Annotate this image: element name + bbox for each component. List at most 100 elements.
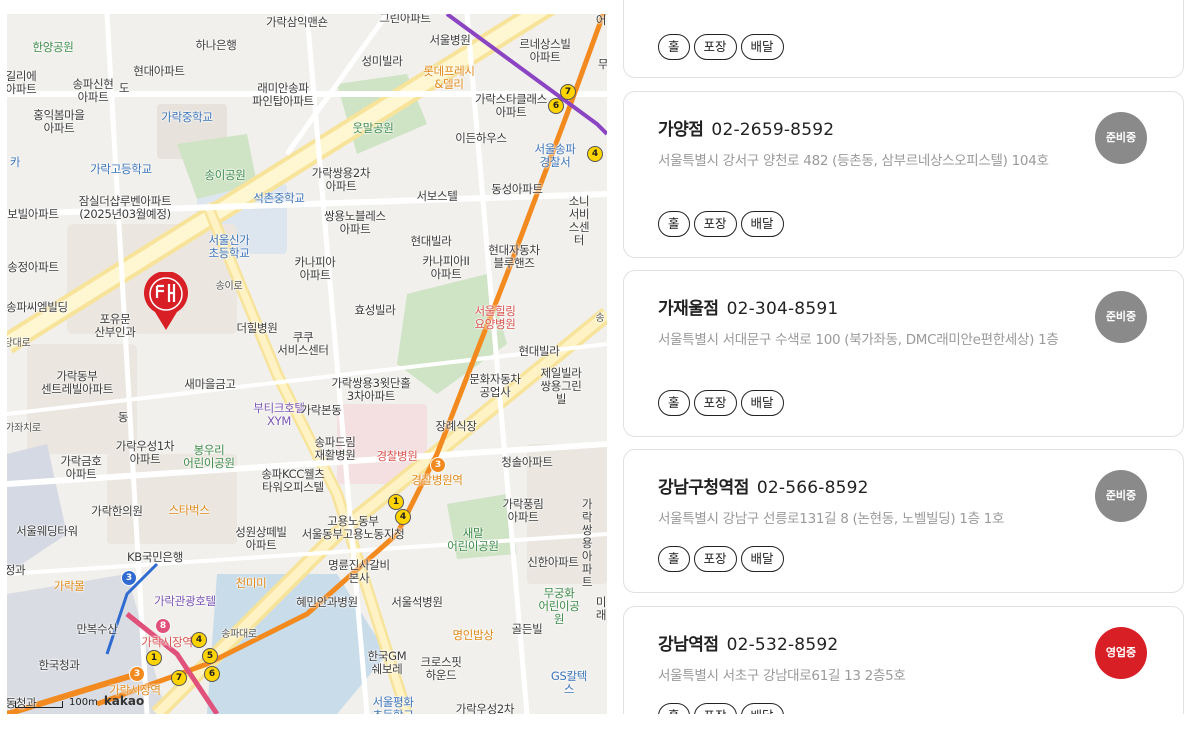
map-place-label[interactable]: 명인밥상 xyxy=(452,629,493,642)
map-place-label[interactable]: 하나은행 xyxy=(195,39,236,52)
map-place-label[interactable]: 쿠쿠 서비스센터 xyxy=(277,331,329,357)
map-place-label[interactable]: GS칼텍스 xyxy=(550,670,588,696)
map-pin-icon[interactable] xyxy=(143,270,189,332)
map-place-label[interactable]: 경찰병원 xyxy=(376,450,417,463)
map-place-label[interactable]: 당대로 xyxy=(7,337,31,350)
map-place-label[interactable]: 무궁화 어린이공원 xyxy=(535,587,583,626)
store-card[interactable]: 강남역점 02-532-8592 서울특별시 서초구 강남대로61길 13 2층… xyxy=(623,606,1184,731)
map-place-label[interactable]: 새말 어린이공원 xyxy=(447,527,499,553)
map-place-label[interactable]: 송파씨엠빌딩 xyxy=(7,301,68,314)
map-place-label[interactable]: 르네상스빌 아파트 xyxy=(519,38,571,64)
store-name[interactable]: 가재울점 xyxy=(658,294,719,319)
map-place-label[interactable]: 장례식장 xyxy=(435,420,476,433)
tag-hall[interactable]: 홀 xyxy=(658,34,690,60)
map-place-label[interactable]: 가락쌍용3윗단홀 3차아파트 xyxy=(332,377,411,403)
map-place-label[interactable]: 가락우성2차 xyxy=(456,703,515,715)
map-place-label[interactable]: 미래 xyxy=(596,596,607,622)
map-place-label[interactable]: 성원상떼빌 아파트 xyxy=(235,526,287,552)
map-place-label[interactable]: 가락쌍용2차 아파트 xyxy=(312,167,371,193)
map-place-label[interactable]: 도 xyxy=(119,82,130,95)
map-place-label[interactable]: 보빌아파트 xyxy=(7,208,59,221)
map-place-label[interactable]: 문화자동차 공업사 xyxy=(469,373,521,399)
map-place-label[interactable]: 송 xyxy=(596,312,605,325)
store-name[interactable]: 가양점 xyxy=(658,115,704,140)
map-place-label[interactable]: 골든빌 xyxy=(512,623,543,636)
map-place-label[interactable]: 가락한의원 xyxy=(91,505,143,518)
tag-hall[interactable]: 홀 xyxy=(658,211,690,237)
map-place-label[interactable]: 서울힐링 요양병원 xyxy=(474,305,515,331)
map-place-label[interactable]: 서울석병원 xyxy=(391,596,443,609)
map-place-label[interactable]: 이든하우스 xyxy=(455,132,507,145)
map-view[interactable]: 가락삼익맨숀 그린아파트서울병원 르네상스빌 아파트 한양공원 하나은행성미빌라롯데프레… xyxy=(7,14,607,714)
map-place-label[interactable]: 만복수산 xyxy=(76,623,117,636)
map-place-label[interactable]: 천미미 xyxy=(236,577,267,590)
map-place-label[interactable]: 카나피아II 아파트 xyxy=(422,255,470,281)
map-place-label[interactable]: 가락풍림 아파트 xyxy=(502,498,543,524)
map-place-label[interactable]: 한양공원 xyxy=(32,41,73,54)
map-place-label[interactable]: 송파드림 재활병원 xyxy=(314,436,355,462)
map-place-label[interactable]: 서울평화 초등학교 xyxy=(372,696,413,715)
map-place-label[interactable]: 혜민안과병원 xyxy=(296,596,358,609)
store-phone[interactable]: 02-532-8592 xyxy=(727,635,839,655)
map-place-label[interactable]: 어 xyxy=(596,14,607,27)
map-place-label[interactable]: 성미빌라 xyxy=(361,55,402,68)
map-place-label[interactable]: 부티크호텔 XYM xyxy=(253,402,305,428)
map-place-label[interactable]: 카나피아 아파트 xyxy=(294,256,335,282)
store-phone[interactable]: 02-566-8592 xyxy=(757,478,869,498)
map-place-label[interactable]: 웃말공원 xyxy=(352,122,393,135)
tag-delivery[interactable]: 배달 xyxy=(740,34,784,60)
store-list[interactable]: 홀 포장 배달 가양점 02-2659-8592 서울특별시 강서구 양천로 4… xyxy=(623,0,1186,731)
map-place-label[interactable]: 가락본동 xyxy=(300,404,341,417)
map-place-label[interactable]: 가락고등학교 xyxy=(90,163,152,176)
map-place-label[interactable]: 롯데프레시 &델리 xyxy=(423,65,475,91)
map-place-label[interactable]: 스타벅스 xyxy=(168,504,209,517)
map-place-label[interactable]: 크로스핏 하운드 xyxy=(420,656,461,682)
map-place-label[interactable]: 가락동부 센트레빌아파트 xyxy=(41,370,113,396)
map-place-label[interactable]: 가락중학교 xyxy=(161,111,213,124)
map-place-label[interactable]: 경찰병원역 xyxy=(411,474,463,487)
map-place-label[interactable]: 서울병원 xyxy=(429,34,470,47)
map-place-label[interactable]: 송이공원 xyxy=(204,169,245,182)
map-place-label[interactable]: 석촌중학교 xyxy=(253,192,305,205)
tag-hall[interactable]: 홀 xyxy=(658,546,690,572)
map-place-label[interactable]: 가락몰 xyxy=(54,580,85,593)
map-place-label[interactable]: 잠실더샵루벤아파트 (2025년03월예정) xyxy=(79,195,172,221)
tag-hall[interactable]: 홀 xyxy=(658,390,690,416)
map-place-label[interactable]: 동성아파트 xyxy=(491,183,543,196)
map-place-label[interactable]: 서울송파 경찰서 xyxy=(534,143,575,169)
map-place-label[interactable]: 홍익봄마을 아파트 xyxy=(33,109,85,135)
store-name[interactable]: 강남역점 xyxy=(658,630,719,655)
map-place-label[interactable]: 효성빌라 xyxy=(354,304,395,317)
map-place-label[interactable]: KB국민은행 xyxy=(127,551,183,564)
map-place-label[interactable]: 쌍용노블레스 아파트 xyxy=(324,210,386,236)
map-place-label[interactable]: 송파대로 xyxy=(221,628,257,641)
map-place-label[interactable]: 가락우성1차 아파트 xyxy=(116,440,175,466)
map-place-label[interactable]: 정과 xyxy=(7,564,26,577)
tag-takeout[interactable]: 포장 xyxy=(693,34,737,60)
map-place-label[interactable]: 새마을금고 xyxy=(184,378,236,391)
store-card[interactable]: 가양점 02-2659-8592 서울특별시 강서구 양천로 482 (등촌동,… xyxy=(623,91,1184,258)
map-place-label[interactable]: 한국청과 xyxy=(38,659,79,672)
map-place-label[interactable]: 현대빌라 xyxy=(518,345,559,358)
map-place-label[interactable]: 송이로 xyxy=(216,280,243,293)
store-phone[interactable]: 02-2659-8592 xyxy=(711,120,834,140)
map-place-label[interactable]: 가좌치로 xyxy=(7,422,41,435)
map-place-label[interactable]: 봉우리 어린이공원 xyxy=(183,444,235,470)
map-place-label[interactable]: 제일빌라 쌍용그린빌 xyxy=(538,367,584,406)
tag-takeout[interactable]: 포장 xyxy=(693,390,737,416)
map-place-label[interactable]: 무 xyxy=(598,58,607,71)
map-place-label[interactable]: 서보스텔 xyxy=(416,190,457,203)
store-phone[interactable]: 02-304-8591 xyxy=(727,299,839,319)
map-place-label[interactable]: 가락쌍용 아파트 xyxy=(577,498,597,589)
map-place-label[interactable]: 그린아파트 xyxy=(379,14,431,25)
map-place-label[interactable]: 가락삼익맨숀 xyxy=(266,16,328,29)
map-place-label[interactable]: 래미안송파 파인탑아파트 xyxy=(252,82,314,108)
map-place-label[interactable]: 현대자동차 블루핸즈 xyxy=(488,244,540,270)
map-place-label[interactable]: 포유문 산부인과 xyxy=(94,313,135,339)
map-place-label[interactable]: 가락금호 아파트 xyxy=(60,455,101,481)
map-place-label[interactable]: 현대아파트 xyxy=(133,65,185,78)
map-place-label[interactable]: 카 xyxy=(10,156,21,169)
map-place-label[interactable]: 송파KCC웰츠 타워오피스텔 xyxy=(261,468,325,494)
map-place-label[interactable]: 가락관광호텔 xyxy=(154,595,216,608)
tag-delivery[interactable]: 배달 xyxy=(740,546,784,572)
